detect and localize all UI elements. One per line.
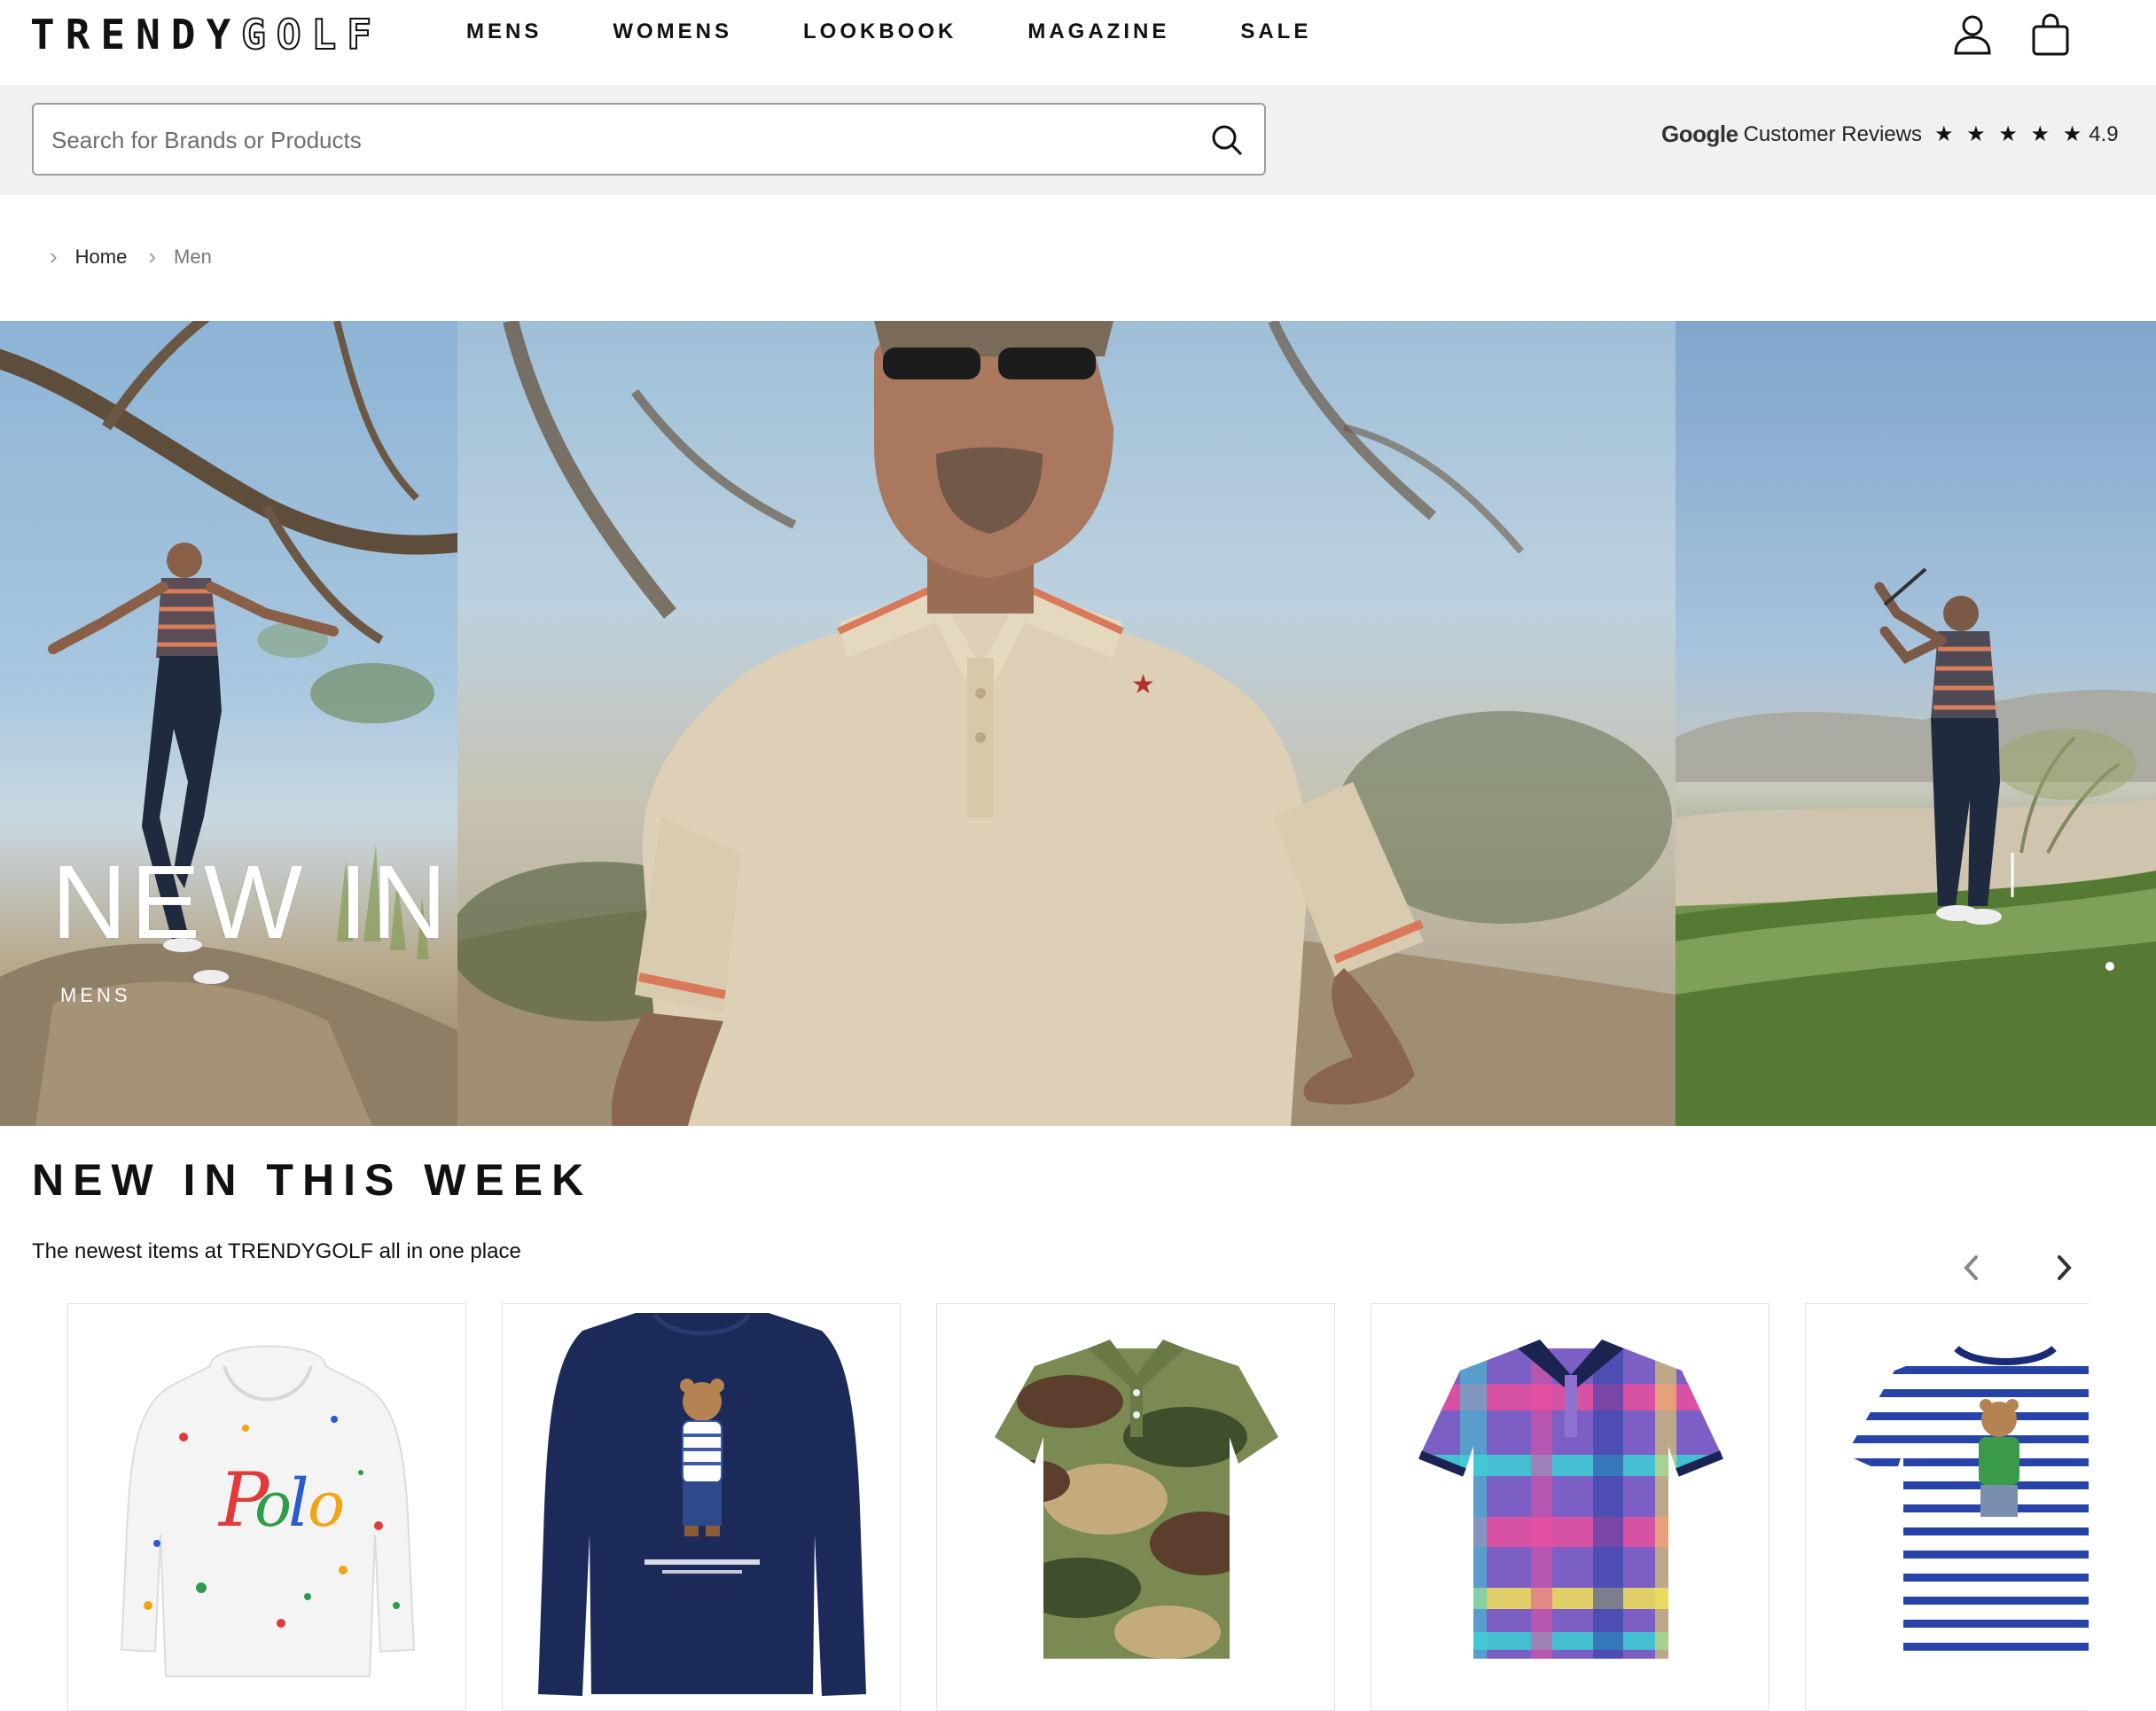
search-band: Google Customer Reviews ★ ★ ★ ★ ★ 4.9 bbox=[0, 85, 2156, 195]
site-logo[interactable]: TRENDYGOLF bbox=[30, 10, 382, 59]
svg-text:l: l bbox=[288, 1465, 309, 1542]
main-nav: MENS WOMENS LOOKBOOK MAGAZINE SALE bbox=[466, 20, 1311, 44]
hero-banner[interactable]: ★ NEW IN MENS bbox=[0, 321, 2156, 1126]
nav-sale[interactable]: SALE bbox=[1240, 20, 1311, 44]
product-image bbox=[995, 1340, 1278, 1659]
logo-golf: GOLF bbox=[240, 10, 382, 59]
search-icon[interactable] bbox=[1209, 122, 1245, 158]
product-carousel: P o l o bbox=[0, 1303, 2089, 1711]
logo-trendy: TRENDY bbox=[30, 11, 242, 59]
account-icon[interactable] bbox=[1950, 12, 1995, 57]
breadcrumb-current: Men bbox=[174, 245, 212, 268]
breadcrumb-home[interactable]: Home bbox=[75, 246, 128, 269]
nav-womens[interactable]: WOMENS bbox=[613, 20, 732, 44]
hero-title: NEW IN bbox=[51, 844, 451, 961]
search-box bbox=[32, 103, 1266, 176]
breadcrumb: › Home › Men bbox=[50, 243, 212, 270]
product-card[interactable] bbox=[1805, 1303, 2089, 1711]
product-image bbox=[1846, 1345, 2089, 1668]
chevron-right-icon: › bbox=[148, 243, 157, 270]
carousel-next-button[interactable] bbox=[2046, 1248, 2082, 1287]
svg-text:o: o bbox=[308, 1468, 345, 1541]
section-title: NEW IN THIS WEEK bbox=[32, 1155, 593, 1205]
chevron-right-icon: › bbox=[50, 243, 58, 270]
nav-magazine[interactable]: MAGAZINE bbox=[1027, 20, 1169, 44]
nav-mens[interactable]: MENS bbox=[466, 20, 542, 44]
product-image bbox=[1418, 1340, 1723, 1659]
site-header: TRENDYGOLF MENS WOMENS LOOKBOOK MAGAZINE… bbox=[0, 0, 2156, 85]
product-image bbox=[538, 1313, 866, 1696]
product-image: P o l o bbox=[120, 1345, 416, 1677]
nav-lookbook[interactable]: LOOKBOOK bbox=[803, 20, 957, 44]
google-reviews-widget[interactable]: Google Customer Reviews ★ ★ ★ ★ ★ 4.9 bbox=[1661, 121, 2119, 148]
product-card[interactable] bbox=[502, 1303, 901, 1711]
hero-subtitle: MENS bbox=[60, 984, 131, 1006]
hero-image-center: ★ bbox=[457, 321, 1676, 1126]
google-logo: Google bbox=[1661, 121, 1738, 147]
bag-icon[interactable] bbox=[2028, 12, 2073, 57]
product-card[interactable] bbox=[936, 1303, 1335, 1711]
rating-stars-icon: ★ ★ ★ ★ ★ bbox=[1933, 122, 2086, 146]
svg-text:o: o bbox=[254, 1468, 292, 1541]
product-card[interactable] bbox=[1371, 1303, 1769, 1711]
search-input[interactable] bbox=[51, 121, 1186, 160]
section-subtitle: The newest items at TRENDYGOLF all in on… bbox=[32, 1239, 521, 1263]
rating-value: 4.9 bbox=[2089, 121, 2119, 146]
hero-image-right bbox=[1676, 321, 2156, 1126]
svg-text:★: ★ bbox=[1131, 669, 1155, 700]
reviews-label: Customer Reviews bbox=[1743, 121, 1922, 146]
carousel-prev-button[interactable] bbox=[1954, 1248, 1989, 1287]
product-card[interactable]: P o l o bbox=[67, 1303, 466, 1711]
